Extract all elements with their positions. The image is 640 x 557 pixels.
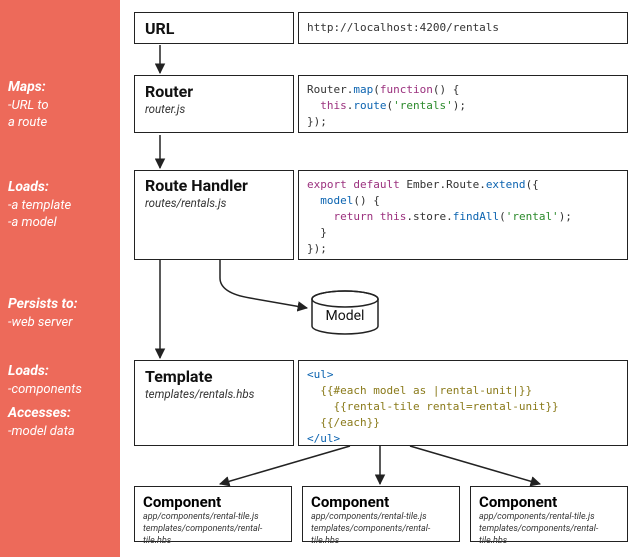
side-loads2: Loads: -components [8,362,114,398]
side-accesses-l1: -model data [8,423,114,441]
side-accesses-title: Accesses: [8,404,114,423]
component-box-2: Component app/components/rental-tile.js … [302,486,460,542]
component-3-l2: templates/components/rental-tile.hbs [479,524,619,547]
side-accesses: Accesses: -model data [8,404,114,440]
model-cylinder: Model [310,290,380,336]
side-loads1-l1: -a template [8,197,114,215]
side-loads2-l1: -components [8,381,114,399]
component-2-l1: app/components/rental-tile.js [311,512,451,523]
side-persists-l1: -web server [8,314,114,332]
side-loads1-l2: -a model [8,214,114,232]
route-sub: routes/rentals.js [145,196,283,210]
side-maps-l2: a route [8,114,114,132]
side-maps: Maps: -URL to a route [8,78,114,132]
component-3-l1: app/components/rental-tile.js [479,512,619,523]
route-code: export default Ember.Route.extend({ mode… [298,170,628,260]
component-box-1: Component app/components/rental-tile.js … [134,486,292,542]
side-maps-title: Maps: [8,78,114,97]
model-label: Model [310,308,380,324]
template-box: Template templates/rentals.hbs [134,360,294,446]
component-2-title: Component [311,493,451,511]
side-loads2-title: Loads: [8,362,114,381]
route-title: Route Handler [145,177,283,195]
component-1-l2: templates/components/rental-tile.hbs [143,524,283,547]
url-value-box: http://localhost:4200/rentals [298,12,628,44]
side-loads1-title: Loads: [8,178,114,197]
sidebar: Maps: -URL to a route Loads: -a template… [0,0,120,557]
arrow-tpl-c1 [220,446,350,484]
template-sub: templates/rentals.hbs [145,387,283,401]
router-box: Router router.js [134,75,294,133]
arrow-route-model [220,260,307,308]
main: URL http://localhost:4200/rentals Router… [120,0,640,557]
template-code: <ul> {{#each model as |rental-unit|}} {{… [298,360,628,446]
side-maps-l1: -URL to [8,97,114,115]
arrow-tpl-c3 [410,446,540,484]
router-code: Router.map(function() { this.route('rent… [298,75,628,133]
side-persists: Persists to: -web server [8,295,114,331]
route-box: Route Handler routes/rentals.js [134,170,294,260]
router-title: Router [145,82,283,101]
component-1-title: Component [143,493,283,511]
template-title: Template [145,367,283,386]
router-sub: router.js [145,102,283,116]
side-loads1: Loads: -a template -a model [8,178,114,232]
side-persists-title: Persists to: [8,295,114,314]
url-box: URL [134,12,294,44]
component-2-l2: templates/components/rental-tile.hbs [311,524,451,547]
component-3-title: Component [479,493,619,511]
component-1-l1: app/components/rental-tile.js [143,512,283,523]
component-box-3: Component app/components/rental-tile.js … [470,486,628,542]
url-value: http://localhost:4200/rentals [307,20,499,36]
url-title: URL [145,19,283,38]
